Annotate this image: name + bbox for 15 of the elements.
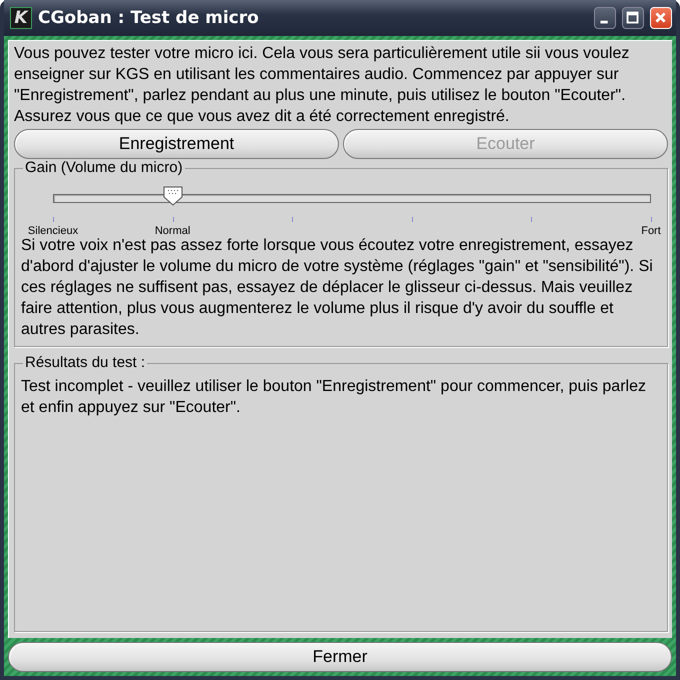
slider-thumb[interactable] <box>163 186 184 206</box>
slider-label: Normal <box>154 225 190 237</box>
slider-label: Fort <box>641 225 661 237</box>
window-title: CGoban : Test de micro <box>38 8 260 28</box>
maximize-icon[interactable] <box>622 7 644 29</box>
result-text: Test incomplet - veuillez utiliser le bouton "Enregistrement" pour commencer, puis parlez et enfin appuyez sur "Ecouter". <box>21 377 647 418</box>
group-title: Gain (Volume du micro) <box>23 159 185 177</box>
record-button[interactable]: Enregistrement <box>14 129 339 159</box>
app-logo: K <box>10 7 32 29</box>
help-paragraph: Si votre voix n'est pas assez forte lorsque vous écoutez votre enregistrement, essayez d'abord d'ajuster le volume du micro de votre système (réglages "gain" et "sensibilité"). Si ces réglages ne suffisent pas, essayez de déplacer le glisseur ci-dessus. Mais veuillez faire attention, plus vous augmenterez le volume plus il risque d'y avoir du souffle et autres parasites. <box>21 236 654 340</box>
close-icon[interactable] <box>650 7 672 29</box>
slider-label: Silencieux <box>28 225 78 237</box>
intro-paragraph: Vous pouvez tester votre micro ici. Cela vous sera particulièrement utile sii vous voulez enseigner sur KGS en utilisant les commentaires audio. Commencez par appuyer sur "Enregistrement", parlez pendant au plus une minute, puis utilisez le bouton "Ecouter". Assurez vous que ce que vous avez dit a été correctement enregistré. <box>14 44 630 127</box>
minimize-icon[interactable] <box>594 7 616 29</box>
close-button[interactable]: Fermer <box>8 642 672 672</box>
